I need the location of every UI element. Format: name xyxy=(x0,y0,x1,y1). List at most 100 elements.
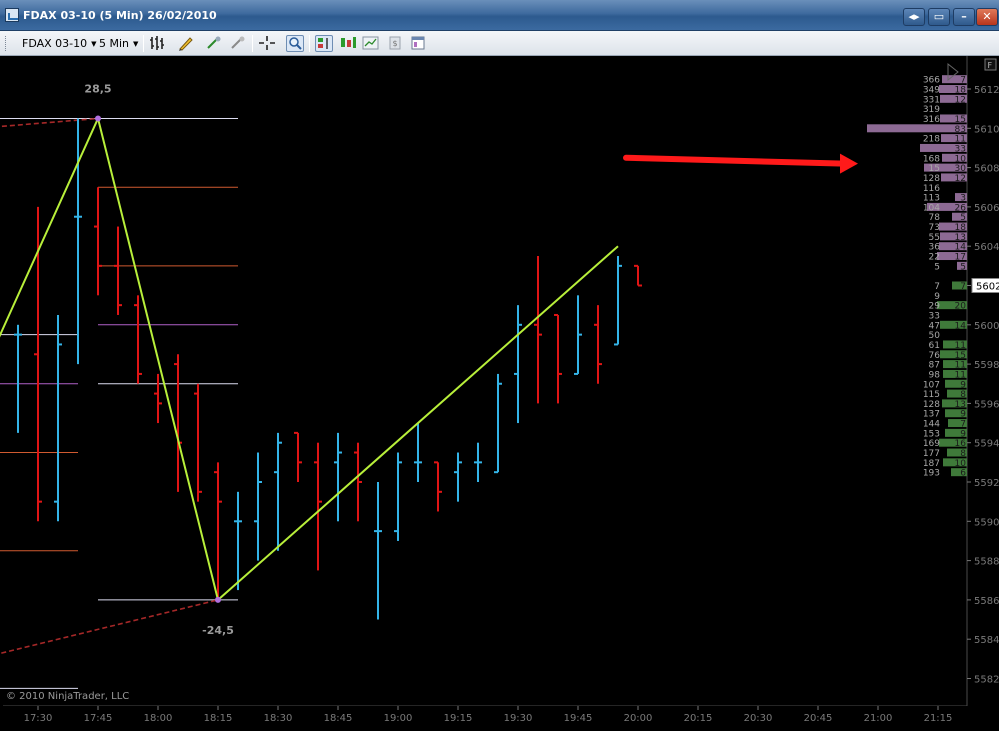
interval-selector[interactable]: 5 Min ▼ xyxy=(99,37,138,50)
restore-button[interactable]: ▭ xyxy=(928,8,950,26)
volume-total-label: 87 xyxy=(929,361,940,371)
toolbar-divider xyxy=(143,35,144,52)
volume-delta-label: 14 xyxy=(955,321,967,331)
volume-delta-label: 9 xyxy=(960,380,966,390)
time-tick-label: 20:30 xyxy=(744,713,773,724)
volume-total-label: 116 xyxy=(923,184,940,194)
volume-total-label: 7 xyxy=(934,282,940,292)
chart-trader-icon[interactable] xyxy=(315,35,333,52)
chevron-down-icon: ▼ xyxy=(133,40,139,48)
plot-background xyxy=(3,56,967,706)
interval-label: 5 Min xyxy=(99,37,130,50)
volume-delta-label: 5 xyxy=(960,262,966,272)
indicators-icon[interactable] xyxy=(362,35,380,52)
minimize-button[interactable]: – xyxy=(953,8,975,26)
time-tick-label: 19:30 xyxy=(504,713,533,724)
volume-total-label: 61 xyxy=(929,341,940,351)
volume-total-label: 349 xyxy=(923,86,940,96)
magnet-icon[interactable] xyxy=(205,35,223,52)
volume-total-label: 55 xyxy=(929,233,940,243)
volume-delta-label: 5 xyxy=(960,213,966,223)
price-tick-label: 5592 xyxy=(974,478,999,489)
volume-total-label: 319 xyxy=(923,105,940,115)
volume-delta-label: 26 xyxy=(955,203,967,213)
price-tick-label: 5594 xyxy=(974,439,999,450)
swing-high-marker xyxy=(95,115,101,122)
toolbar-grip[interactable] xyxy=(5,36,8,51)
volume-total-label: 47 xyxy=(929,321,940,331)
volume-total-label: 15 xyxy=(929,164,940,174)
volume-total-label: 104 xyxy=(923,203,940,213)
copyright-label: © 2010 NinjaTrader, LLC xyxy=(6,691,130,702)
strategies-icon[interactable]: $ xyxy=(386,35,404,52)
time-tick-label: 18:00 xyxy=(144,713,173,724)
drawing-tool-icon[interactable] xyxy=(177,35,195,52)
volume-total-label: 193 xyxy=(923,469,940,479)
time-tick-label: 21:00 xyxy=(864,713,893,724)
volume-total-label: 168 xyxy=(923,154,940,164)
volume-delta-label: 3 xyxy=(960,194,966,204)
volume-delta-label: 14 xyxy=(955,243,967,253)
chart-panel[interactable]: 366 7 349 18 331 12 319 316 15 83 218 11 33 168 10 15 30… xyxy=(0,56,999,731)
time-tick-label: 20:45 xyxy=(804,713,833,724)
volume-delta-label: 10 xyxy=(955,154,967,164)
crosshair-icon[interactable] xyxy=(258,35,276,52)
instrument-selector[interactable]: FDAX 03-10 ▼ xyxy=(22,37,97,50)
properties-icon[interactable] xyxy=(409,35,427,52)
volume-delta-label: 33 xyxy=(955,144,966,154)
volume-total-label: 169 xyxy=(923,439,940,449)
volume-delta-label: 13 xyxy=(955,400,966,410)
price-tick-label: 5584 xyxy=(974,635,999,646)
price-tick-label: 5608 xyxy=(974,164,999,175)
volume-delta-label: 9 xyxy=(960,429,966,439)
price-tick-label: 5596 xyxy=(974,399,999,410)
time-tick-label: 18:15 xyxy=(204,713,233,724)
toolbar-divider xyxy=(309,35,310,52)
volume-total-label: 107 xyxy=(923,380,940,390)
volume-delta-label: 16 xyxy=(955,439,967,449)
volume-delta-label: 12 xyxy=(955,95,966,105)
time-tick-label: 20:15 xyxy=(684,713,713,724)
volume-total-label: 153 xyxy=(923,429,940,439)
volume-total-label: 366 xyxy=(923,76,940,86)
price-tick-label: 5586 xyxy=(974,596,999,607)
volume-total-label: 218 xyxy=(923,135,940,145)
swing-low-marker xyxy=(215,596,221,603)
volume-delta-label: 11 xyxy=(955,370,966,380)
chart-app-icon xyxy=(5,8,19,22)
volume-delta-label: 15 xyxy=(955,115,966,125)
volume-total-label: 50 xyxy=(929,331,941,341)
zoom-icon[interactable] xyxy=(286,35,304,52)
time-tick-label: 20:00 xyxy=(624,713,653,724)
volume-total-label: 177 xyxy=(923,449,940,459)
time-tick-label: 19:00 xyxy=(384,713,413,724)
current-price-label: 5602 xyxy=(976,282,999,293)
toolbar-divider xyxy=(252,35,253,52)
window-titlebar: FDAX 03-10 (5 Min) 26/02/2010 ◂▸ ▭ – ✕ xyxy=(0,0,999,31)
swing-high-label: 28,5 xyxy=(84,82,111,95)
window-title: FDAX 03-10 (5 Min) 26/02/2010 xyxy=(23,9,217,22)
price-chart[interactable]: 366 7349 18331 12319316 1583218 1133168 1015 30… xyxy=(0,56,999,731)
volume-delta-label: 30 xyxy=(955,164,967,174)
volume-total-label: 9 xyxy=(934,292,940,302)
volume-total-label: 115 xyxy=(923,390,940,400)
instrument-label: FDAX 03-10 xyxy=(22,37,88,50)
price-tick-label: 5606 xyxy=(974,203,999,214)
volume-total-label: 78 xyxy=(929,213,941,223)
price-tick-label: 5604 xyxy=(974,242,999,253)
chevron-down-icon: ▼ xyxy=(91,40,97,48)
volume-delta-label: 8 xyxy=(960,449,966,459)
tile-windows-button[interactable]: ◂▸ xyxy=(903,8,925,26)
volume-total-label: 331 xyxy=(923,95,940,105)
volume-total-label: 113 xyxy=(923,194,940,204)
pin-icon[interactable] xyxy=(229,35,247,52)
close-button[interactable]: ✕ xyxy=(976,8,998,26)
price-tick-label: 5598 xyxy=(974,360,999,371)
volume-delta-label: 15 xyxy=(955,351,966,361)
bar-type-icon[interactable] xyxy=(149,35,167,52)
data-box-icon[interactable] xyxy=(339,35,357,52)
time-tick-label: 19:15 xyxy=(444,713,473,724)
volume-total-label: 33 xyxy=(929,311,940,321)
volume-total-label: 22 xyxy=(929,253,940,263)
volume-delta-label: 17 xyxy=(955,253,966,263)
